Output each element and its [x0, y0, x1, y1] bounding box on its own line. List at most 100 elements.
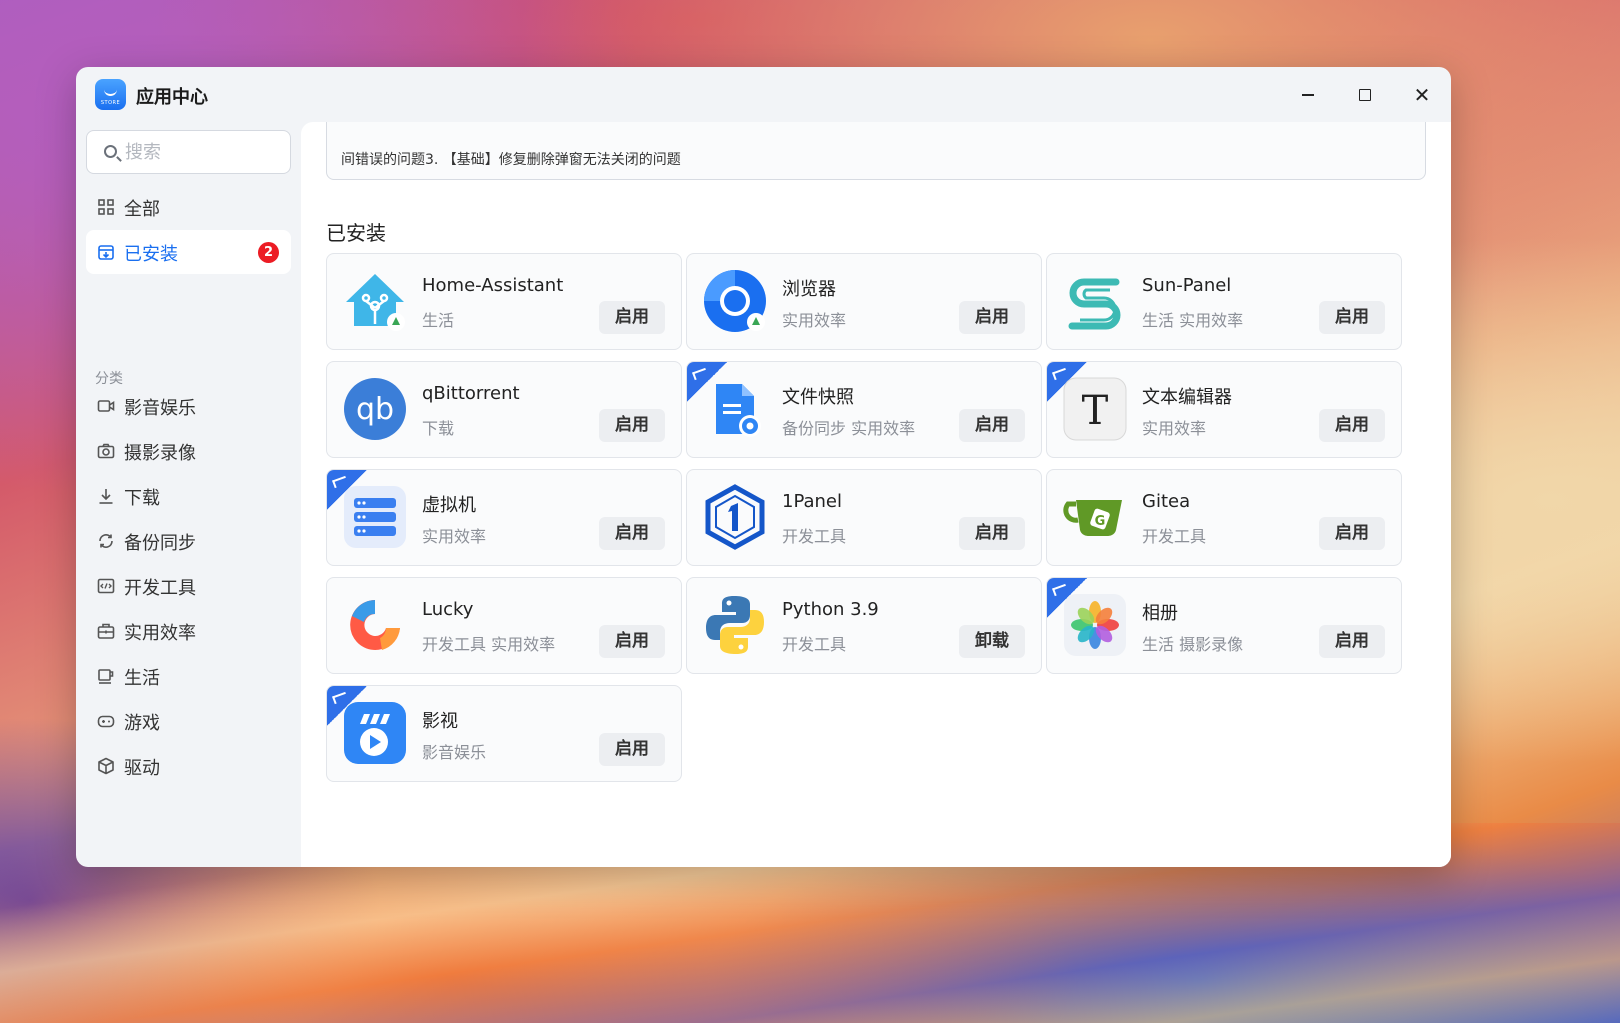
enable-button[interactable]: 启用 [599, 733, 665, 766]
enable-button[interactable]: 启用 [1319, 517, 1385, 550]
sidebar: 全部 已安装 2 分类 影音娱乐 摄影录像 [76, 122, 301, 867]
enable-button[interactable]: 启用 [1319, 625, 1385, 658]
enable-button[interactable]: 启用 [959, 301, 1025, 334]
app-name: Gitea [1142, 491, 1191, 512]
app-store-logo-icon [95, 79, 126, 110]
minimize-button[interactable] [1294, 81, 1322, 109]
qbittorrent-icon: qb [344, 378, 406, 440]
category-item-download[interactable]: 下载 [86, 476, 291, 516]
text-editor-icon: T [1063, 377, 1127, 441]
enable-button[interactable]: 启用 [1319, 301, 1385, 334]
app-tags: 实用效率 [422, 527, 487, 546]
app-tags: 开发工具 实用效率 [422, 635, 556, 654]
section-title-installed: 已安装 [326, 221, 386, 245]
app-name: 浏览器 [782, 279, 836, 300]
sun-panel-icon [1068, 278, 1121, 330]
category-label: 生活 [124, 668, 160, 689]
notice-text: 间错误的问题3. 【基础】修复删除弹窗无法关闭的问题 [341, 152, 681, 168]
app-name: Python 3.9 [782, 599, 879, 620]
enable-button[interactable]: 启用 [959, 517, 1025, 550]
app-name: 影视 [422, 711, 458, 732]
category-item-productivity[interactable]: 实用效率 [86, 611, 291, 651]
svg-text:qb: qb [356, 392, 394, 427]
app-tags: 生活 摄影录像 [1142, 635, 1244, 654]
app-card-python[interactable]: Python 3.9 开发工具 卸载 [686, 577, 1042, 674]
app-card-video[interactable]: 影视 影音娱乐 启用 [326, 685, 682, 782]
app-card-photo-album[interactable]: 相册 生活 摄影录像 启用 [1046, 577, 1402, 674]
installed-count-badge: 2 [258, 242, 279, 263]
enable-button[interactable]: 启用 [599, 517, 665, 550]
app-card-gitea[interactable]: G Gitea 开发工具 启用 [1046, 469, 1402, 566]
app-tags: 开发工具 [782, 527, 847, 546]
enable-button[interactable]: 启用 [599, 301, 665, 334]
search-input[interactable] [125, 139, 275, 165]
category-item-games[interactable]: 游戏 [86, 701, 291, 741]
search-box[interactable] [86, 130, 291, 174]
cube-icon [98, 757, 114, 775]
app-name: 相册 [1142, 603, 1178, 624]
app-tags: 影音娱乐 [422, 743, 487, 762]
enable-button[interactable]: 启用 [599, 409, 665, 442]
nav-item-all[interactable]: 全部 [86, 185, 291, 229]
app-tags: 开发工具 [782, 635, 847, 654]
category-item-backup[interactable]: 备份同步 [86, 521, 291, 561]
enable-button[interactable]: 启用 [599, 625, 665, 658]
category-label: 影音娱乐 [124, 398, 196, 419]
category-item-devtools[interactable]: 开发工具 [86, 566, 291, 606]
window-title: 应用中心 [136, 87, 208, 108]
close-icon: ✕ [1413, 83, 1431, 107]
app-card-sun-panel[interactable]: Sun-Panel 生活 实用效率 启用 [1046, 253, 1402, 350]
app-tags: 开发工具 [1142, 527, 1207, 546]
coffee-cup-icon [98, 669, 114, 684]
app-name: qBittorrent [422, 383, 520, 404]
category-item-photo[interactable]: 摄影录像 [86, 431, 291, 471]
category-item-media[interactable]: 影音娱乐 [86, 386, 291, 426]
app-tags: 生活 [422, 311, 455, 330]
app-tags: 生活 实用效率 [1142, 311, 1244, 330]
camera-icon [97, 443, 115, 459]
main-content: 间错误的问题3. 【基础】修复删除弹窗无法关闭的问题 已安装 Home-Assi… [301, 122, 1451, 867]
app-card-home-assistant[interactable]: Home-Assistant 生活 启用 [326, 253, 682, 350]
app-center-window: 应用中心 ✕ 全部 已安装 2 分类 [76, 67, 1451, 867]
app-card-virtual-machine[interactable]: 虚拟机 实用效率 启用 [326, 469, 682, 566]
app-card-1panel[interactable]: 1Panel 开发工具 启用 [686, 469, 1042, 566]
1panel-icon [705, 484, 765, 550]
installed-box-icon [98, 245, 114, 260]
category-label: 实用效率 [124, 623, 196, 644]
app-card-file-snapshot[interactable]: 文件快照 备份同步 实用效率 启用 [686, 361, 1042, 458]
category-title: 分类 [95, 371, 123, 387]
sync-icon [99, 534, 113, 548]
gamepad-icon [97, 715, 115, 728]
app-card-browser[interactable]: 浏览器 实用效率 启用 [686, 253, 1042, 350]
app-card-lucky[interactable]: Lucky 开发工具 实用效率 启用 [326, 577, 682, 674]
app-name: 1Panel [782, 491, 843, 512]
home-assistant-icon [346, 274, 405, 331]
video-camera-icon [97, 400, 115, 412]
virtual-machine-icon [344, 486, 406, 548]
category-label: 开发工具 [124, 578, 196, 599]
app-name: Sun-Panel [1142, 275, 1232, 296]
app-card-qbittorrent[interactable]: qb qBittorrent 下载 启用 [326, 361, 682, 458]
app-card-text-editor[interactable]: T 文本编辑器 实用效率 启用 [1046, 361, 1402, 458]
category-item-drivers[interactable]: 驱动 [86, 746, 291, 786]
file-snapshot-icon [716, 384, 761, 437]
python-icon [706, 596, 764, 654]
maximize-button[interactable] [1351, 81, 1379, 109]
close-button[interactable]: ✕ [1408, 81, 1436, 109]
app-tags: 实用效率 [1142, 419, 1207, 438]
nav-item-installed[interactable]: 已安装 2 [86, 230, 291, 274]
category-label: 游戏 [124, 713, 160, 734]
category-item-life[interactable]: 生活 [86, 656, 291, 696]
video-icon [344, 702, 406, 764]
uninstall-button[interactable]: 卸载 [959, 625, 1025, 658]
app-tags: 实用效率 [782, 311, 847, 330]
enable-button[interactable]: 启用 [959, 409, 1025, 442]
app-name: Lucky [422, 599, 474, 620]
category-label: 下载 [124, 488, 160, 509]
app-name: 虚拟机 [422, 495, 476, 516]
category-label: 驱动 [124, 758, 160, 779]
category-label: 摄影录像 [124, 443, 196, 464]
enable-button[interactable]: 启用 [1319, 409, 1385, 442]
maximize-icon [1359, 89, 1371, 101]
app-name: Home-Assistant [422, 275, 564, 296]
